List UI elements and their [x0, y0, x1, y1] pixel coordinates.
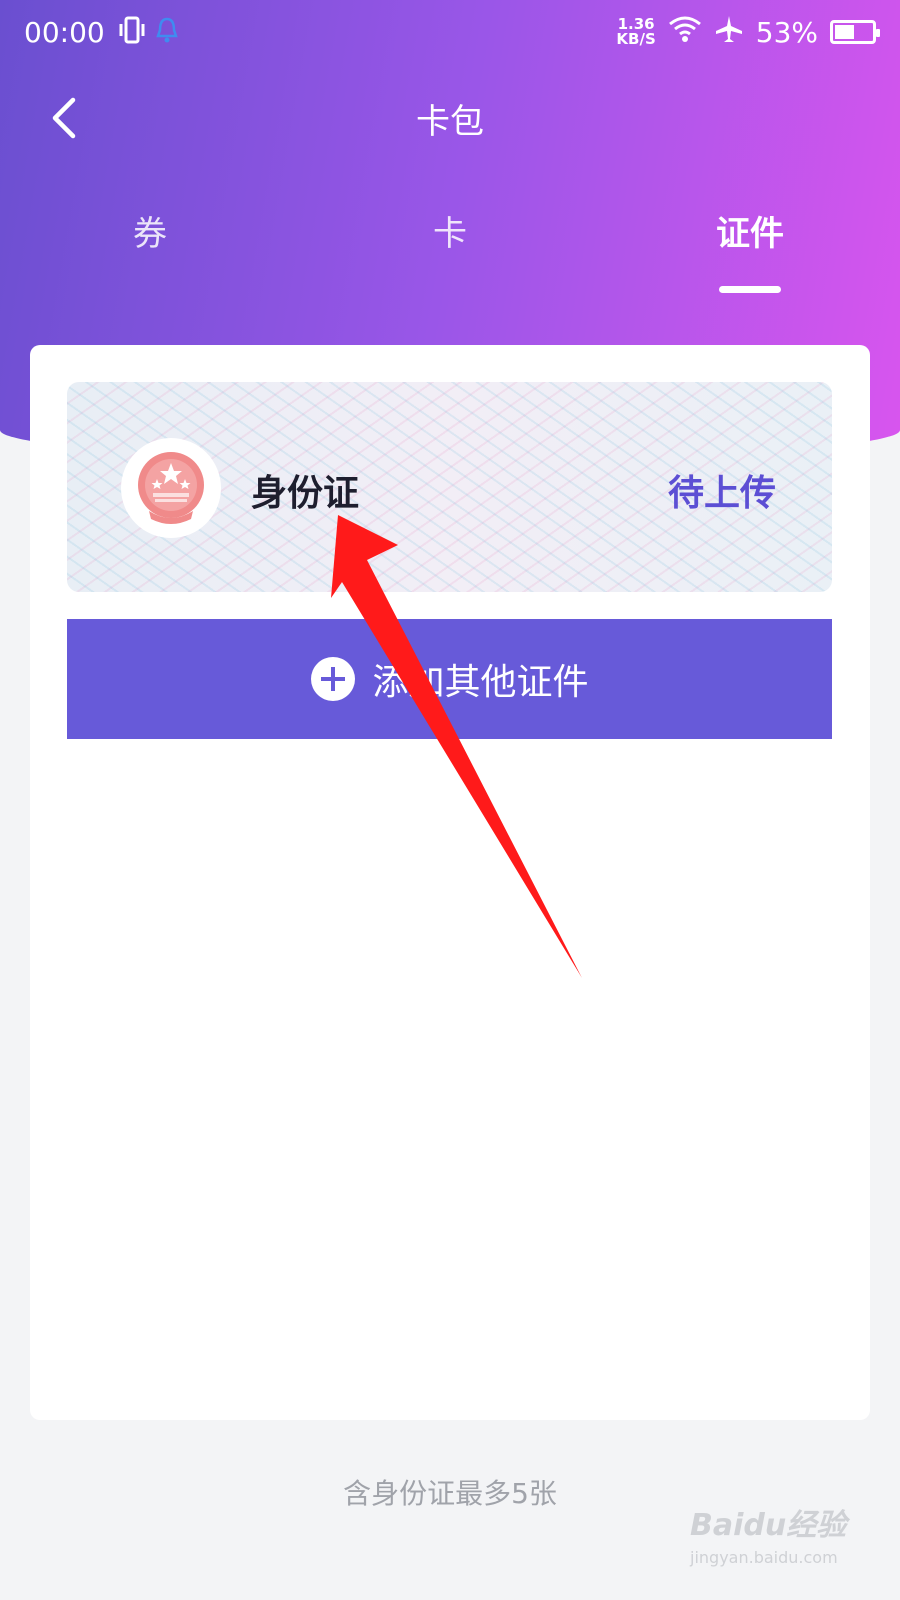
tab-documents[interactable]: 证件 — [670, 206, 830, 255]
add-other-document-label: 添加其他证件 — [372, 662, 589, 703]
vibrate-icon — [119, 15, 145, 49]
nav-bar: 卡包 — [0, 80, 900, 154]
status-right: 1.36 KB/S 53% — [616, 14, 880, 51]
status-bar: 00:00 1.36 KB/S 53% — [0, 0, 900, 64]
add-other-document-button[interactable]: 添加其他证件 — [67, 619, 832, 739]
national-emblem-icon — [121, 438, 221, 538]
plus-circle-icon — [311, 657, 356, 701]
tab-cards[interactable]: 卡 — [370, 206, 530, 255]
bell-icon — [155, 16, 179, 48]
active-tab-indicator — [719, 286, 781, 293]
status-time: 00:00 — [24, 15, 105, 49]
tab-bar: 券 卡 证件 — [0, 196, 900, 296]
airplane-icon — [714, 14, 744, 51]
battery-fill — [835, 25, 854, 39]
battery-percent: 53% — [755, 15, 818, 49]
wifi-icon — [668, 15, 702, 50]
id-card-status: 待上传 — [667, 473, 776, 514]
watermark: Baidu经验 jingyan.baidu.com — [690, 1500, 880, 1580]
battery-icon — [830, 20, 880, 44]
status-left-icons — [119, 15, 179, 49]
watermark-logo: Baidu经验 — [690, 1508, 847, 1543]
documents-panel: 身份证 待上传 添加其他证件 — [30, 345, 870, 1420]
tab-coupons[interactable]: 券 — [70, 206, 230, 255]
network-speed-unit: KB/S — [616, 30, 656, 48]
page-title: 卡包 — [416, 102, 484, 142]
watermark-url: jingyan.baidu.com — [690, 1548, 838, 1567]
id-card-item[interactable]: 身份证 待上传 — [67, 382, 832, 592]
network-speed: 1.36 KB/S — [616, 17, 655, 47]
id-card-title: 身份证 — [251, 473, 360, 514]
